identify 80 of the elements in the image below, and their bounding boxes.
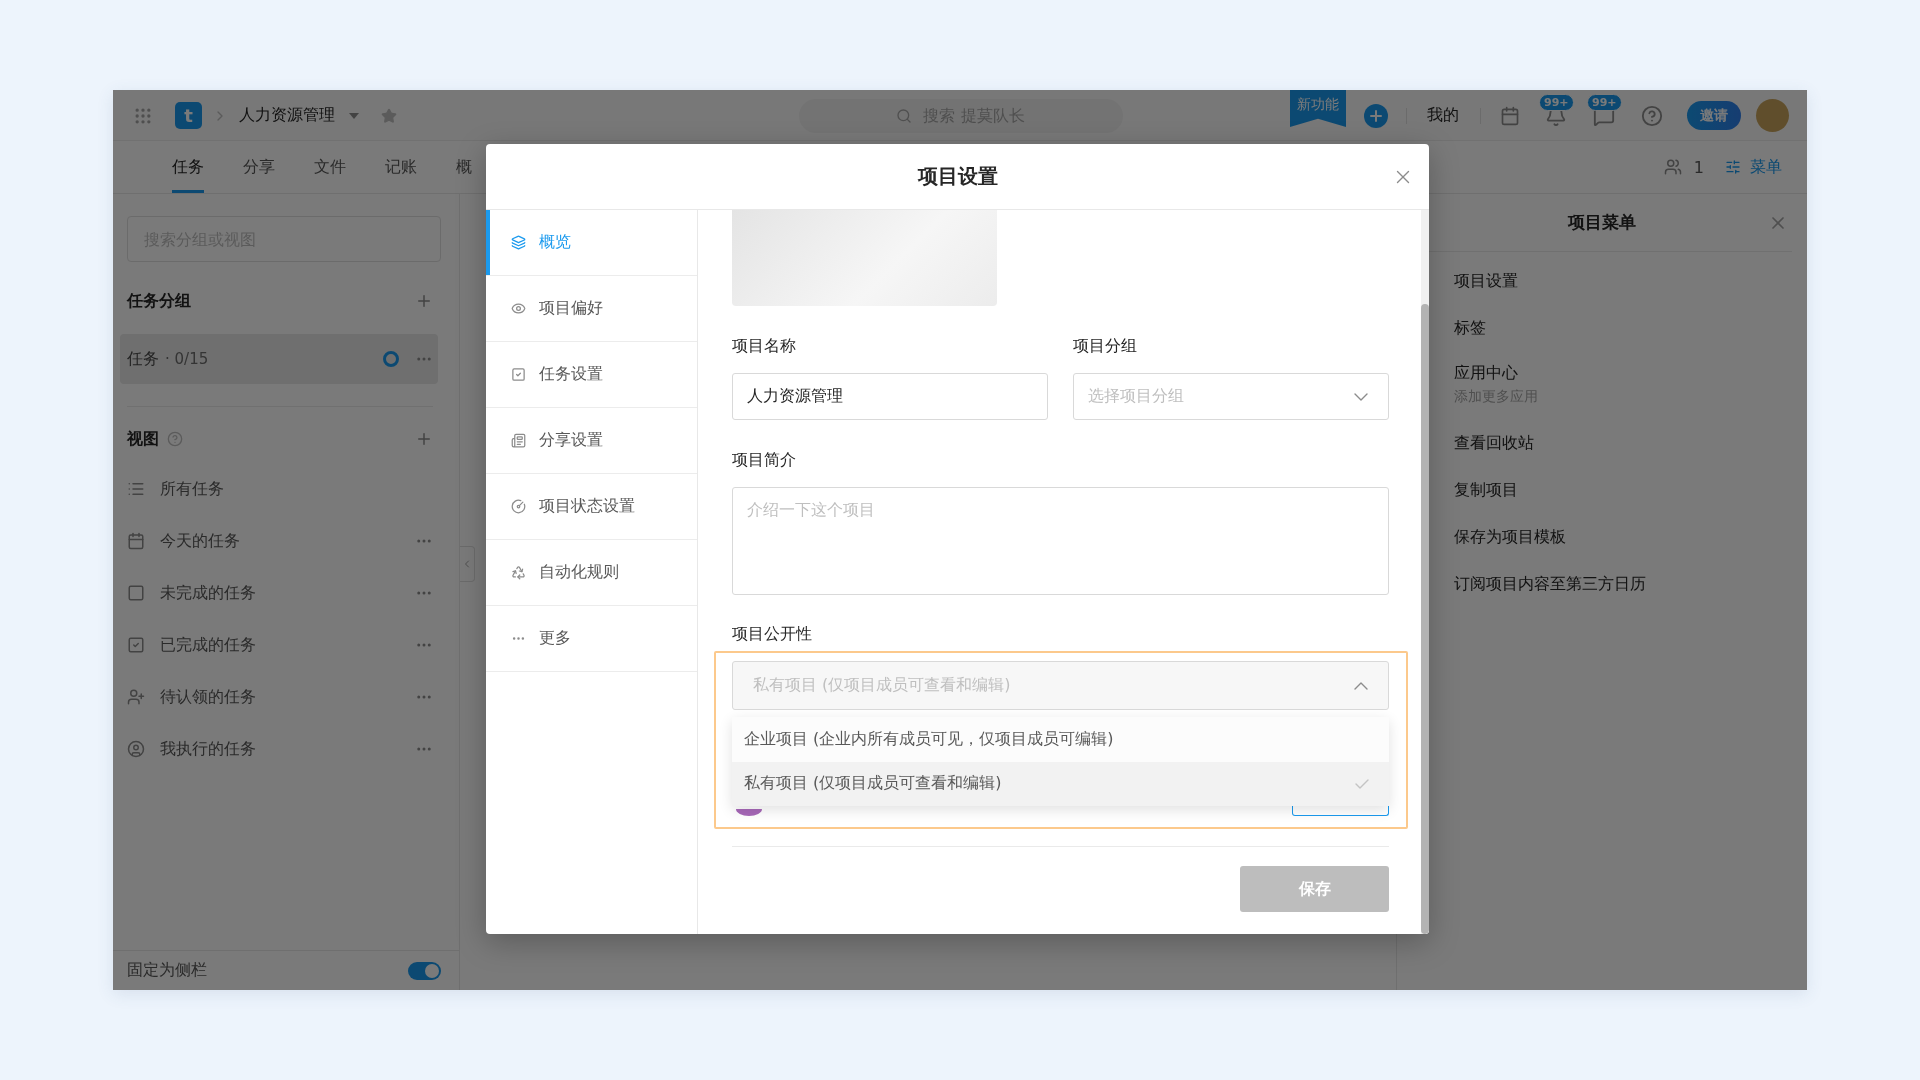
view-item[interactable]: 未完成的任务	[160, 582, 256, 604]
menu-button[interactable]: 菜单	[1725, 156, 1782, 178]
tab[interactable]: 分享	[243, 141, 275, 193]
checked-box-icon	[127, 636, 145, 654]
section-title: 任务分组	[127, 290, 191, 312]
members-icon[interactable]	[1663, 158, 1682, 176]
view-item[interactable]: 我执行的任务	[160, 738, 256, 760]
count-badge: 99+	[1587, 93, 1622, 111]
menu-item[interactable]: 标签	[1454, 316, 1486, 339]
menu-item[interactable]: 查看回收站	[1454, 431, 1534, 454]
chevron-up-icon	[1354, 681, 1368, 690]
avatar-icon[interactable]	[1756, 99, 1789, 132]
plus-icon[interactable]	[415, 292, 433, 310]
menu-item[interactable]: 应用中心	[1454, 362, 1518, 384]
help-icon[interactable]	[167, 431, 183, 447]
group-row[interactable]: 任务 · 0/15	[120, 334, 438, 384]
add-icon[interactable]	[1364, 103, 1388, 128]
eye-icon	[511, 301, 526, 316]
collapse-handle[interactable]	[460, 546, 475, 582]
new-feature-ribbon[interactable]: 新功能	[1290, 90, 1346, 127]
pin-label: 固定为侧栏	[127, 960, 207, 981]
group-count: · 0/15	[165, 350, 209, 368]
dropdown-option[interactable]: 私有项目 (仅项目成员可查看和编辑)	[732, 761, 1389, 806]
caret-icon[interactable]	[349, 112, 359, 119]
nav-item[interactable]: 分享设置	[486, 408, 697, 474]
field-label: 项目简介	[732, 449, 796, 471]
tab[interactable]: 记账	[385, 141, 417, 193]
nav-item[interactable]: 任务设置	[486, 342, 697, 408]
view-item[interactable]: 所有任务	[160, 478, 224, 500]
panel-title: 项目菜单	[1568, 211, 1636, 234]
user-plus-icon	[127, 688, 145, 706]
checked-box-icon	[511, 367, 526, 382]
gauge-icon	[511, 499, 526, 514]
newspaper-icon	[511, 433, 526, 448]
user-circle-icon	[127, 740, 145, 758]
star-icon[interactable]	[381, 107, 397, 124]
nav-item[interactable]: 更多	[486, 606, 697, 672]
project-name[interactable]: 人力资源管理	[239, 105, 335, 126]
view-item[interactable]: 今天的任务	[160, 530, 240, 552]
layers-icon	[511, 235, 526, 250]
square-icon	[127, 584, 145, 602]
sliders-icon	[1725, 159, 1741, 175]
plus-icon[interactable]	[415, 430, 433, 448]
dialog-title: 项目设置	[917, 163, 998, 190]
field-label: 项目公开性	[732, 623, 812, 645]
group-label: 任务	[127, 348, 159, 370]
check-icon	[1355, 778, 1369, 789]
menu-item[interactable]: 复制项目	[1454, 478, 1518, 501]
tab[interactable]: 任务	[172, 141, 204, 193]
pin-toggle[interactable]	[408, 961, 441, 980]
view-item[interactable]: 待认领的任务	[160, 686, 256, 708]
dropdown-option[interactable]: 企业项目 (企业内所有成员可见，仅项目成员可编辑)	[732, 717, 1389, 762]
member-count: 1	[1693, 157, 1704, 177]
nav-item[interactable]: 项目状态设置	[486, 474, 697, 540]
menu-item[interactable]: 项目设置	[1454, 269, 1518, 292]
calendar-icon	[127, 532, 145, 550]
help-icon[interactable]	[1641, 104, 1663, 127]
nav-item[interactable]: 自动化规则	[486, 540, 697, 606]
input-field[interactable]: 人力资源管理	[732, 373, 1048, 420]
count-badge: 99+	[1539, 93, 1574, 111]
avatar-icon	[736, 809, 762, 816]
tab[interactable]: 概	[456, 141, 472, 193]
section-title: 视图	[127, 428, 159, 450]
menu-item[interactable]: 保存为项目模板	[1454, 525, 1566, 548]
chevron-down-icon	[1354, 392, 1368, 401]
nav-item[interactable]: 项目偏好	[486, 276, 697, 342]
tab[interactable]: 文件	[314, 141, 346, 193]
invite-button[interactable]: 邀请	[1687, 101, 1741, 130]
my-link[interactable]: 我的	[1427, 105, 1459, 126]
app-logo[interactable]: t	[175, 102, 202, 129]
list-icon	[127, 480, 145, 498]
recycle-icon	[511, 565, 526, 580]
view-item[interactable]: 已完成的任务	[160, 634, 256, 656]
field-label: 项目分组	[1073, 335, 1137, 357]
ring-icon	[383, 351, 399, 367]
field-label: 项目名称	[732, 335, 796, 357]
menu-item[interactable]: 订阅项目内容至第三方日历	[1454, 572, 1646, 595]
calendar-icon[interactable]	[1500, 105, 1520, 126]
nav-item[interactable]: 概览	[486, 210, 697, 276]
search-icon	[896, 107, 912, 124]
